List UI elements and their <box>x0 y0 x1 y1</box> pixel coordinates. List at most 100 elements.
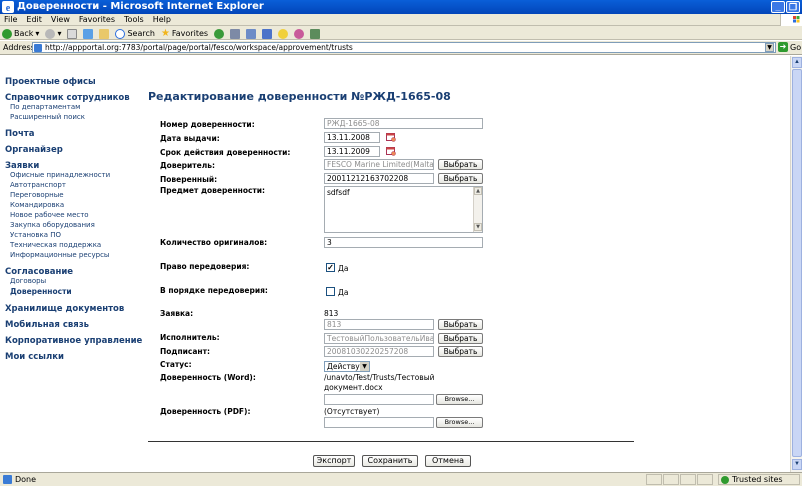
word-label: Доверенность (Word): <box>160 373 256 382</box>
history-icon[interactable] <box>214 28 225 39</box>
calendar-icon[interactable] <box>386 146 396 156</box>
edit-icon[interactable] <box>262 28 273 39</box>
export-button[interactable]: Экспорт <box>313 455 355 467</box>
pdf-browse-button[interactable]: Browse... <box>436 417 483 428</box>
forward-button[interactable]: ▾ <box>45 28 62 39</box>
messenger-icon[interactable] <box>278 28 289 39</box>
signatory-field[interactable]: 20081030220257208 <box>324 346 434 357</box>
subject-scrollbar[interactable]: ▲ ▼ <box>473 187 482 232</box>
dropdown-arrow-icon: ▾ <box>57 29 62 38</box>
sidebar-item-mail[interactable]: Почта <box>5 129 34 139</box>
by-resubst-checkbox[interactable] <box>326 287 335 296</box>
request-field[interactable]: 813 <box>324 319 434 330</box>
address-dropdown-icon[interactable]: ▼ <box>765 43 774 52</box>
subject-text: sdfsdf <box>327 188 350 197</box>
sidebar-item-corporate[interactable]: Корпоративное управление <box>5 336 142 346</box>
sidebar-item-requests[interactable]: Заявки <box>5 161 39 171</box>
menu-favorites[interactable]: Favorites <box>79 15 115 24</box>
status-select[interactable]: Действует ▼ <box>324 361 370 372</box>
menu-bar: File Edit View Favorites Tools Help <box>0 14 802 26</box>
back-button[interactable]: Back ▾ <box>2 28 39 39</box>
menu-edit[interactable]: Edit <box>26 15 42 24</box>
scroll-up-icon[interactable]: ▲ <box>474 187 482 195</box>
sidebar-item-software[interactable]: Установка ПО <box>10 231 61 239</box>
sidebar-item-meeting-rooms[interactable]: Переговорные <box>10 191 64 199</box>
address-input[interactable]: http://appportal.org:7783/portal/page/po… <box>32 42 776 53</box>
maximize-button[interactable]: ❐ <box>786 1 800 13</box>
favorites-label: Favorites <box>171 29 209 38</box>
menu-view[interactable]: View <box>51 15 70 24</box>
word-path-line-1[interactable]: /unavto/Test/Trusts/Тестовый <box>324 373 435 382</box>
sidebar-item-approval[interactable]: Согласование <box>5 267 73 277</box>
sidebar-item-doc-storage[interactable]: Хранилище документов <box>5 304 124 314</box>
save-button[interactable]: Сохранить <box>362 455 418 467</box>
sidebar-item-advanced-search[interactable]: Расширенный поиск <box>10 113 85 121</box>
calendar-icon[interactable] <box>386 132 396 142</box>
scroll-down-icon[interactable]: ▼ <box>474 223 482 231</box>
address-url: http://appportal.org:7783/portal/page/po… <box>45 43 353 52</box>
sidebar-item-my-links[interactable]: Мои ссылки <box>5 352 64 362</box>
scroll-down-icon[interactable]: ▼ <box>792 459 802 470</box>
attorney-field[interactable]: 20011212163702208 <box>324 173 434 184</box>
search-icon <box>115 28 126 39</box>
sidebar-item-mobile[interactable]: Мобильная связь <box>5 320 89 330</box>
menu-tools[interactable]: Tools <box>124 15 144 24</box>
sidebar-item-equipment[interactable]: Закупка оборудования <box>10 221 95 229</box>
principal-field[interactable]: FESCO Marine Limited(Malta) <box>324 159 434 170</box>
attorney-select-button[interactable]: Выбрать <box>438 173 483 184</box>
mail-icon[interactable] <box>230 28 241 39</box>
signatory-select-button[interactable]: Выбрать <box>438 346 483 357</box>
back-label: Back <box>14 29 34 38</box>
menu-help[interactable]: Help <box>153 15 171 24</box>
sidebar-item-info-resources[interactable]: Информационные ресурсы <box>10 251 109 259</box>
sidebar-item-office-supplies[interactable]: Офисные принадлежности <box>10 171 110 179</box>
search-button[interactable]: Search <box>115 28 155 39</box>
executor-select-button[interactable]: Выбрать <box>438 333 483 344</box>
trusted-zone-icon <box>721 475 729 484</box>
home-icon[interactable] <box>99 28 110 39</box>
request-select-button[interactable]: Выбрать <box>438 319 483 330</box>
pdf-file-input[interactable] <box>324 417 434 428</box>
minimize-button[interactable]: _ <box>771 1 785 13</box>
cancel-button[interactable]: Отмена <box>425 455 471 467</box>
sidebar-item-tech-support[interactable]: Техническая поддержка <box>10 241 101 249</box>
executor-field[interactable]: ТестовыйПользовательИванов <box>324 333 434 344</box>
scrollbar-thumb[interactable] <box>792 69 802 457</box>
favorites-button[interactable]: ★ Favorites <box>161 28 208 39</box>
by-resubst-label: В порядке передоверия: <box>160 286 268 295</box>
originals-label: Количество оригиналов: <box>160 238 268 247</box>
go-button[interactable]: ➜ Go <box>778 42 801 52</box>
subject-textarea[interactable]: sdfsdf ▲ ▼ <box>324 186 483 233</box>
security-zone[interactable]: Trusted sites <box>718 474 800 485</box>
resubst-checkbox[interactable]: ✓ <box>326 263 335 272</box>
stop-icon[interactable] <box>67 28 78 39</box>
sidebar-item-organizer[interactable]: Органайзер <box>5 145 63 155</box>
menu-file[interactable]: File <box>4 15 17 24</box>
word-file-input[interactable] <box>324 394 434 405</box>
issue-date-field[interactable]: 13.11.2008 <box>324 132 380 143</box>
refresh-icon[interactable] <box>83 28 94 39</box>
sidebar-item-offices[interactable]: Проектные офисы <box>5 77 96 87</box>
number-field[interactable]: РЖД-1665-08 <box>324 118 483 129</box>
sidebar-item-by-department[interactable]: По департаментам <box>10 103 80 111</box>
word-browse-button[interactable]: Browse... <box>436 394 483 405</box>
print-icon[interactable] <box>246 28 257 39</box>
svg-text:e: e <box>6 3 11 13</box>
windows-logo-icon <box>780 14 802 26</box>
word-path-line-2[interactable]: документ.docx <box>324 383 383 392</box>
sidebar-item-new-workplace[interactable]: Новое рабочее место <box>10 211 89 219</box>
number-label: Номер доверенности: <box>160 120 255 129</box>
validity-field[interactable]: 13.11.2009 <box>324 146 380 157</box>
principal-select-button[interactable]: Выбрать <box>438 159 483 170</box>
sidebar-item-directory[interactable]: Справочник сотрудников <box>5 93 130 103</box>
sidebar-item-business-trip[interactable]: Командировка <box>10 201 64 209</box>
scroll-up-icon[interactable]: ▲ <box>792 57 802 68</box>
research-icon[interactable] <box>310 28 321 39</box>
status-pane <box>680 474 696 485</box>
sidebar-item-contracts[interactable]: Договоры <box>10 277 46 285</box>
sidebar-item-trusts[interactable]: Доверенности <box>10 287 72 296</box>
page-scrollbar[interactable]: ▲ ▼ <box>790 56 802 472</box>
discuss-icon[interactable] <box>294 28 305 39</box>
sidebar-item-transport[interactable]: Автотранспорт <box>10 181 66 189</box>
originals-field[interactable]: 3 <box>324 237 483 248</box>
